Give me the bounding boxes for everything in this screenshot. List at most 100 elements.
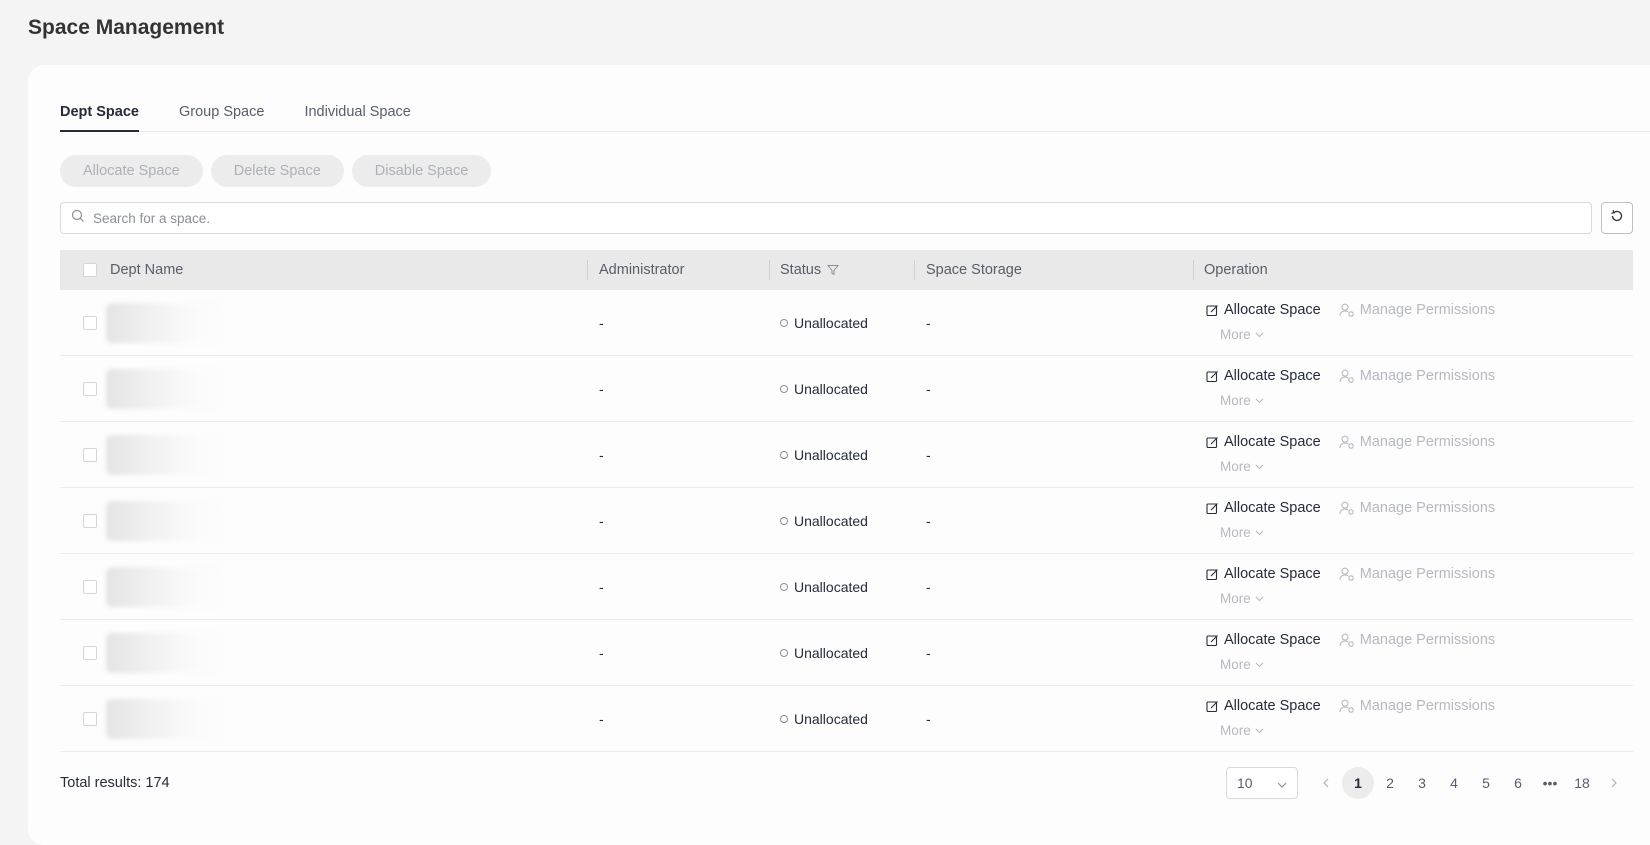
status-dot-icon bbox=[780, 450, 788, 459]
col-administrator: Administrator bbox=[599, 262, 685, 278]
allocate-space-link[interactable]: Allocate Space bbox=[1206, 434, 1321, 450]
allocate-space-label: Allocate Space bbox=[1224, 434, 1321, 450]
page-button[interactable]: 18 bbox=[1566, 767, 1598, 799]
row-checkbox[interactable] bbox=[83, 620, 97, 685]
manage-permissions-label: Manage Permissions bbox=[1359, 698, 1496, 714]
more-dropdown[interactable]: More bbox=[1220, 459, 1264, 474]
select-all-checkbox[interactable] bbox=[83, 250, 97, 290]
more-dropdown[interactable]: More bbox=[1220, 393, 1264, 408]
more-dropdown[interactable]: More bbox=[1220, 327, 1264, 342]
search-input[interactable] bbox=[93, 204, 1591, 232]
page-button[interactable]: 1 bbox=[1342, 767, 1374, 799]
allocate-space-link[interactable]: Allocate Space bbox=[1206, 632, 1321, 648]
more-dropdown[interactable]: More bbox=[1220, 723, 1264, 738]
page-button[interactable]: 5 bbox=[1470, 767, 1502, 799]
allocate-space-label: Allocate Space bbox=[1224, 632, 1321, 648]
table-row: - Unallocated - Allocate Space Manage Pe… bbox=[60, 290, 1633, 356]
chevron-down-icon bbox=[1255, 464, 1264, 470]
allocate-space-link[interactable]: Allocate Space bbox=[1206, 302, 1321, 318]
table-header: Dept Name Administrator Status Space Sto… bbox=[60, 250, 1633, 290]
table-row: - Unallocated - Allocate Space Manage Pe… bbox=[60, 686, 1633, 752]
allocate-space-link[interactable]: Allocate Space bbox=[1206, 698, 1321, 714]
status-dot-icon bbox=[780, 582, 788, 591]
allocate-space-link[interactable]: Allocate Space bbox=[1206, 368, 1321, 384]
prev-page-button[interactable] bbox=[1310, 767, 1342, 799]
row-checkbox[interactable] bbox=[83, 488, 97, 553]
dept-name-cell bbox=[106, 356, 226, 421]
status-text: Unallocated bbox=[794, 380, 868, 397]
status-cell: Unallocated bbox=[780, 356, 868, 421]
administrator-cell: - bbox=[599, 578, 604, 595]
status-text: Unallocated bbox=[794, 710, 868, 727]
space-storage-cell: - bbox=[926, 710, 931, 727]
manage-permissions-link[interactable]: Manage Permissions bbox=[1339, 566, 1495, 582]
status-cell: Unallocated bbox=[780, 290, 868, 355]
toolbar: Allocate Space Delete Space Disable Spac… bbox=[60, 155, 492, 187]
row-checkbox[interactable] bbox=[83, 422, 97, 487]
tab-individual-space[interactable]: Individual Space bbox=[304, 102, 410, 132]
manage-permissions-link[interactable]: Manage Permissions bbox=[1339, 302, 1495, 318]
space-storage-cell: - bbox=[926, 578, 931, 595]
status-cell: Unallocated bbox=[780, 422, 868, 487]
page-ellipsis[interactable]: ••• bbox=[1534, 767, 1566, 799]
row-checkbox[interactable] bbox=[83, 290, 97, 355]
status-text: Unallocated bbox=[794, 644, 868, 661]
chevron-down-icon bbox=[1255, 596, 1264, 602]
manage-permissions-label: Manage Permissions bbox=[1359, 302, 1496, 318]
table-row: - Unallocated - Allocate Space Manage Pe… bbox=[60, 356, 1633, 422]
space-tabs: Dept Space Group Space Individual Space bbox=[60, 102, 1650, 132]
allocate-space-link[interactable]: Allocate Space bbox=[1206, 500, 1321, 516]
manage-permissions-label: Manage Permissions bbox=[1359, 434, 1496, 450]
manage-permissions-link[interactable]: Manage Permissions bbox=[1339, 434, 1495, 450]
col-operation: Operation bbox=[1204, 262, 1268, 278]
page-button[interactable]: 4 bbox=[1438, 767, 1470, 799]
dept-space-panel: Dept Space Group Space Individual Space … bbox=[28, 65, 1650, 845]
administrator-cell: - bbox=[599, 446, 604, 463]
more-dropdown[interactable]: More bbox=[1220, 525, 1264, 540]
status-dot-icon bbox=[780, 714, 788, 723]
manage-permissions-link[interactable]: Manage Permissions bbox=[1339, 698, 1495, 714]
user-permission-icon bbox=[1339, 435, 1355, 449]
page-button[interactable]: 6 bbox=[1502, 767, 1534, 799]
refresh-button[interactable] bbox=[1601, 202, 1633, 234]
row-checkbox[interactable] bbox=[83, 686, 97, 751]
dept-name-cell bbox=[106, 554, 226, 619]
chevron-down-icon bbox=[1255, 530, 1264, 536]
status-cell: Unallocated bbox=[780, 554, 868, 619]
delete-space-button[interactable]: Delete Space bbox=[210, 155, 344, 187]
edit-icon bbox=[1206, 304, 1219, 317]
chevron-down-icon bbox=[1277, 775, 1287, 791]
manage-permissions-label: Manage Permissions bbox=[1359, 632, 1496, 648]
administrator-cell: - bbox=[599, 710, 604, 727]
page-button[interactable]: 2 bbox=[1374, 767, 1406, 799]
manage-permissions-label: Manage Permissions bbox=[1359, 368, 1496, 384]
user-permission-icon bbox=[1339, 369, 1355, 383]
more-label: More bbox=[1220, 657, 1251, 672]
more-dropdown[interactable]: More bbox=[1220, 657, 1264, 672]
manage-permissions-link[interactable]: Manage Permissions bbox=[1339, 500, 1495, 516]
search-icon bbox=[71, 209, 85, 228]
space-storage-cell: - bbox=[926, 446, 931, 463]
tab-dept-space[interactable]: Dept Space bbox=[60, 102, 139, 132]
filter-icon[interactable] bbox=[827, 264, 840, 276]
next-page-button[interactable] bbox=[1598, 767, 1630, 799]
page-button[interactable]: 3 bbox=[1406, 767, 1438, 799]
allocate-space-button[interactable]: Allocate Space bbox=[60, 155, 203, 187]
row-checkbox[interactable] bbox=[83, 554, 97, 619]
dept-name-cell bbox=[106, 620, 226, 685]
col-dept-name[interactable]: Dept Name bbox=[110, 250, 183, 290]
allocate-space-link[interactable]: Allocate Space bbox=[1206, 566, 1321, 582]
allocate-space-label: Allocate Space bbox=[1224, 302, 1321, 318]
administrator-cell: - bbox=[599, 380, 604, 397]
page-size-select[interactable]: 10 bbox=[1226, 767, 1298, 799]
manage-permissions-link[interactable]: Manage Permissions bbox=[1339, 368, 1495, 384]
disable-space-button[interactable]: Disable Space bbox=[351, 155, 492, 187]
tab-group-space[interactable]: Group Space bbox=[179, 102, 264, 132]
more-dropdown[interactable]: More bbox=[1220, 591, 1264, 606]
manage-permissions-link[interactable]: Manage Permissions bbox=[1339, 632, 1495, 648]
row-checkbox[interactable] bbox=[83, 356, 97, 421]
user-permission-icon bbox=[1339, 303, 1355, 317]
allocate-space-label: Allocate Space bbox=[1224, 566, 1321, 582]
table-row: - Unallocated - Allocate Space Manage Pe… bbox=[60, 488, 1633, 554]
manage-permissions-label: Manage Permissions bbox=[1359, 566, 1496, 582]
